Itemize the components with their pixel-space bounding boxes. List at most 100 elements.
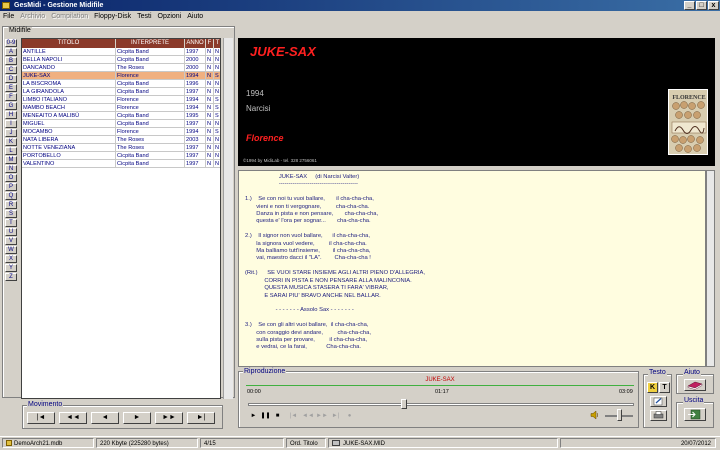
letter-button[interactable]: V bbox=[5, 237, 17, 245]
table-row[interactable]: LA GIRANDOLA Cicpita Band 1997 N N bbox=[22, 88, 220, 96]
column-t[interactable]: T bbox=[214, 39, 220, 48]
column-f[interactable]: F bbox=[206, 39, 214, 48]
table-row[interactable]: LA BISCROMA Cicpita Band 1996 N N bbox=[22, 80, 220, 88]
table-row[interactable]: PORTOBELLO Cicpita Band 1997 N N bbox=[22, 152, 220, 160]
exit-button[interactable] bbox=[684, 408, 706, 421]
menu-floppy-disk[interactable]: Floppy-Disk bbox=[91, 11, 134, 22]
stop-button[interactable]: ■ bbox=[272, 411, 283, 421]
letter-button[interactable]: T bbox=[5, 219, 17, 227]
cell-artist: Cicpita Band bbox=[116, 152, 185, 160]
column-anno[interactable]: ANNO bbox=[185, 39, 206, 48]
letter-button[interactable]: M bbox=[5, 156, 17, 164]
position-slider-thumb[interactable] bbox=[401, 399, 407, 409]
letter-button[interactable]: D bbox=[5, 75, 17, 83]
letter-button[interactable]: P bbox=[5, 183, 17, 191]
table-scrollbar[interactable] bbox=[223, 38, 233, 399]
letter-button[interactable]: U bbox=[5, 228, 17, 236]
letter-button[interactable]: Q bbox=[5, 192, 17, 200]
table-row[interactable]: MAMBO BEACH Florence 1994 N S bbox=[22, 104, 220, 112]
next-page-button[interactable]: ►► bbox=[155, 412, 183, 424]
letter-button[interactable]: L bbox=[5, 147, 17, 155]
song-author: Narcisi bbox=[246, 104, 271, 113]
menu-compilation[interactable]: Compilation bbox=[48, 11, 91, 22]
cell-f: N bbox=[206, 48, 214, 56]
letter-button[interactable]: Y bbox=[5, 264, 17, 272]
letter-button[interactable]: B bbox=[5, 57, 17, 65]
cell-artist: Cicpita Band bbox=[116, 56, 185, 64]
letter-button[interactable]: N bbox=[5, 165, 17, 173]
first-record-button[interactable]: |◄ bbox=[27, 412, 55, 424]
table-row[interactable]: ANTILLE Cicpita Band 1997 N N bbox=[22, 48, 220, 56]
cell-artist: Cicpita Band bbox=[116, 112, 185, 120]
cell-t: N bbox=[214, 136, 220, 144]
maximize-button[interactable]: □ bbox=[696, 1, 707, 10]
menu-file[interactable]: File bbox=[0, 11, 17, 22]
letter-button[interactable]: C bbox=[5, 66, 17, 74]
table-row[interactable]: JUKE-SAX Florence 1994 N S bbox=[22, 72, 220, 80]
cell-year: 1995 bbox=[185, 112, 206, 120]
letter-button[interactable]: H bbox=[5, 111, 17, 119]
last-record-button[interactable]: ►| bbox=[187, 412, 215, 424]
close-button[interactable]: x bbox=[708, 1, 719, 10]
rewind-start-button[interactable]: |◄ bbox=[288, 411, 299, 421]
lyrics-panel[interactable]: JUKE-SAX (di Narcisi Valter) -----------… bbox=[238, 170, 706, 367]
record-button[interactable]: ● bbox=[344, 411, 355, 421]
table-row[interactable]: VALENTINO Cicpita Band 1997 N N bbox=[22, 160, 220, 168]
column-titolo[interactable]: TITOLO bbox=[22, 39, 116, 48]
play-button[interactable]: ► bbox=[248, 411, 259, 421]
letter-button[interactable]: E bbox=[5, 84, 17, 92]
database-icon bbox=[6, 440, 12, 446]
letter-button[interactable]: 0-9 bbox=[5, 39, 17, 47]
print-lyrics-button[interactable] bbox=[650, 410, 667, 421]
menu-aiuto[interactable]: Aiuto bbox=[184, 11, 206, 22]
minimize-button[interactable]: _ bbox=[684, 1, 695, 10]
menu-archivio[interactable]: Archivio bbox=[17, 11, 48, 22]
letter-button[interactable]: X bbox=[5, 255, 17, 263]
letter-button[interactable]: S bbox=[5, 210, 17, 218]
text-button[interactable]: T bbox=[659, 382, 670, 393]
table-row[interactable]: DANCANDO The Roses 2000 N N bbox=[22, 64, 220, 72]
menu-testi[interactable]: Testi bbox=[134, 11, 154, 22]
letter-button[interactable]: G bbox=[5, 102, 17, 110]
window-title: GesMidi - Gestione Midifile bbox=[14, 2, 104, 9]
menu-opzioni[interactable]: Opzioni bbox=[155, 11, 185, 22]
table-row[interactable]: MENEAITO A MALIBÙ Cicpita Band 1995 N S bbox=[22, 112, 220, 120]
letter-button[interactable]: O bbox=[5, 174, 17, 182]
volume-slider-thumb[interactable] bbox=[617, 409, 622, 421]
table-row[interactable]: NOTTE VENEZIANA The Roses 1997 N N bbox=[22, 144, 220, 152]
cell-f: N bbox=[206, 88, 214, 96]
table-row[interactable]: LIMBO ITALIANO Florence 1994 N S bbox=[22, 96, 220, 104]
letter-button[interactable]: F bbox=[5, 93, 17, 101]
next-record-button[interactable]: ► bbox=[123, 412, 151, 424]
lyrics-scrollbar[interactable] bbox=[706, 170, 715, 367]
cell-title: MOCAMBO bbox=[22, 128, 116, 136]
letter-button[interactable]: W bbox=[5, 246, 17, 254]
cell-f: N bbox=[206, 56, 214, 64]
rewind-button[interactable]: ◄◄ bbox=[302, 411, 314, 421]
table-row[interactable]: MIGUEL Cicpita Band 1997 N N bbox=[22, 120, 220, 128]
letter-button[interactable]: A bbox=[5, 48, 17, 56]
table-row[interactable]: BELLA NAPOLI Cicpita Band 2000 N N bbox=[22, 56, 220, 64]
column-interprete[interactable]: INTERPRETE bbox=[116, 39, 185, 48]
cell-artist: Cicpita Band bbox=[116, 160, 185, 168]
forward-button[interactable]: ►► bbox=[316, 411, 328, 421]
letter-button[interactable]: Z bbox=[5, 273, 17, 281]
forward-end-button[interactable]: ►| bbox=[330, 411, 341, 421]
cell-title: MIGUEL bbox=[22, 120, 116, 128]
letter-button[interactable]: K bbox=[5, 138, 17, 146]
karaoke-button[interactable]: K bbox=[647, 382, 658, 393]
edit-lyrics-button[interactable] bbox=[650, 396, 667, 407]
prev-record-button[interactable]: ◄ bbox=[91, 412, 119, 424]
help-button[interactable] bbox=[684, 379, 706, 391]
letter-button[interactable]: I bbox=[5, 120, 17, 128]
table-row[interactable]: NATA LIBERA The Roses 2003 N N bbox=[22, 136, 220, 144]
pause-button[interactable]: ❚❚ bbox=[260, 411, 271, 421]
letter-button[interactable]: R bbox=[5, 201, 17, 209]
table-row[interactable]: MOCAMBO Florence 1994 N S bbox=[22, 128, 220, 136]
position-slider-track[interactable] bbox=[248, 403, 634, 406]
cell-t: N bbox=[214, 48, 220, 56]
prev-page-button[interactable]: ◄◄ bbox=[59, 412, 87, 424]
cell-artist: The Roses bbox=[116, 144, 185, 152]
midifile-table[interactable]: TITOLO INTERPRETE ANNO F T ANTILLE Cicpit… bbox=[21, 38, 221, 399]
letter-button[interactable]: J bbox=[5, 129, 17, 137]
